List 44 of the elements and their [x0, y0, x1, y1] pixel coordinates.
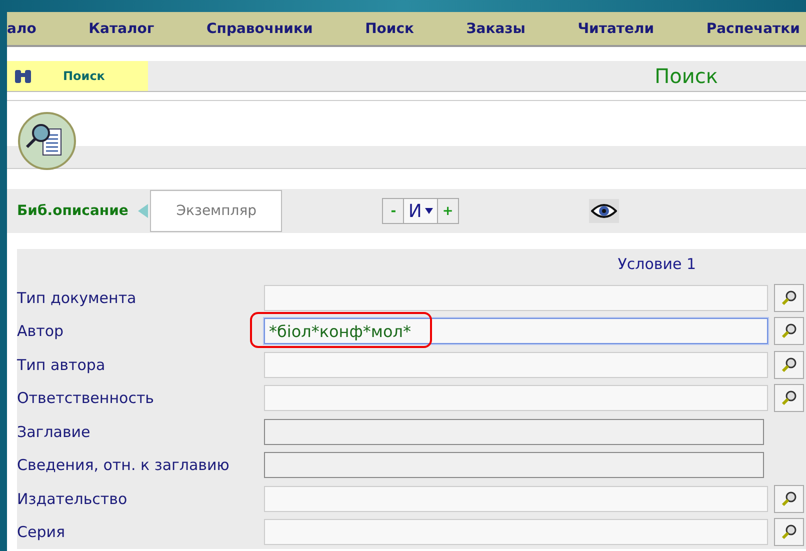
- page-title: Поиск: [654, 64, 718, 88]
- menu-item[interactable]: Распечатки: [706, 20, 800, 36]
- input-field[interactable]: [264, 352, 768, 378]
- input-field[interactable]: [264, 385, 768, 412]
- input-field[interactable]: [264, 418, 764, 445]
- menu-item[interactable]: ало: [7, 20, 36, 36]
- lookup-button[interactable]: [774, 284, 804, 312]
- view-button[interactable]: [588, 199, 619, 223]
- input-field[interactable]: [264, 486, 768, 512]
- field-label: Ответственность: [17, 389, 156, 408]
- field-label: Издательство: [17, 490, 128, 508]
- input-field[interactable]: [264, 519, 768, 546]
- lookup-button[interactable]: [774, 350, 804, 379]
- lookup-button[interactable]: [774, 384, 804, 412]
- magnifier-icon: [781, 356, 797, 373]
- section-tab[interactable]: Поиск: [7, 61, 148, 91]
- magnifier-icon: [781, 290, 797, 306]
- field-label: Тип документа: [17, 288, 138, 307]
- lookup-button[interactable]: [774, 484, 804, 513]
- menu-item[interactable]: Поиск: [365, 20, 414, 36]
- magnifier-icon: [781, 390, 797, 406]
- field-label: Серия: [17, 523, 66, 542]
- input-field[interactable]: *біол*конф*мол*: [264, 318, 768, 344]
- menu-item[interactable]: Читатели: [578, 20, 654, 36]
- tab[interactable]: Экземпляр: [150, 190, 282, 232]
- operator-dropdown[interactable]: И: [404, 199, 438, 223]
- lookup-button[interactable]: [774, 518, 804, 546]
- input-field[interactable]: [264, 284, 768, 311]
- field-label: Заглавие: [17, 422, 92, 441]
- input-field[interactable]: [264, 452, 764, 478]
- condition-title: Условие 1: [618, 255, 696, 273]
- menu-item[interactable]: Каталог: [88, 20, 154, 36]
- magnifier-icon: [781, 490, 797, 507]
- lookup-button[interactable]: [774, 317, 804, 346]
- field-label: Тип автора: [17, 356, 106, 374]
- magnifier-icon: [781, 323, 797, 340]
- caret-icon: [424, 208, 433, 214]
- eye-icon: [590, 203, 617, 219]
- menu-item[interactable]: Справочники: [206, 20, 313, 36]
- menu-item[interactable]: Заказы: [466, 20, 526, 36]
- binoculars-icon: [13, 68, 33, 84]
- field-label: Сведения, отн. к заглавию: [17, 456, 230, 474]
- magnifier-icon: [781, 524, 797, 540]
- field-label: Автор: [17, 322, 65, 340]
